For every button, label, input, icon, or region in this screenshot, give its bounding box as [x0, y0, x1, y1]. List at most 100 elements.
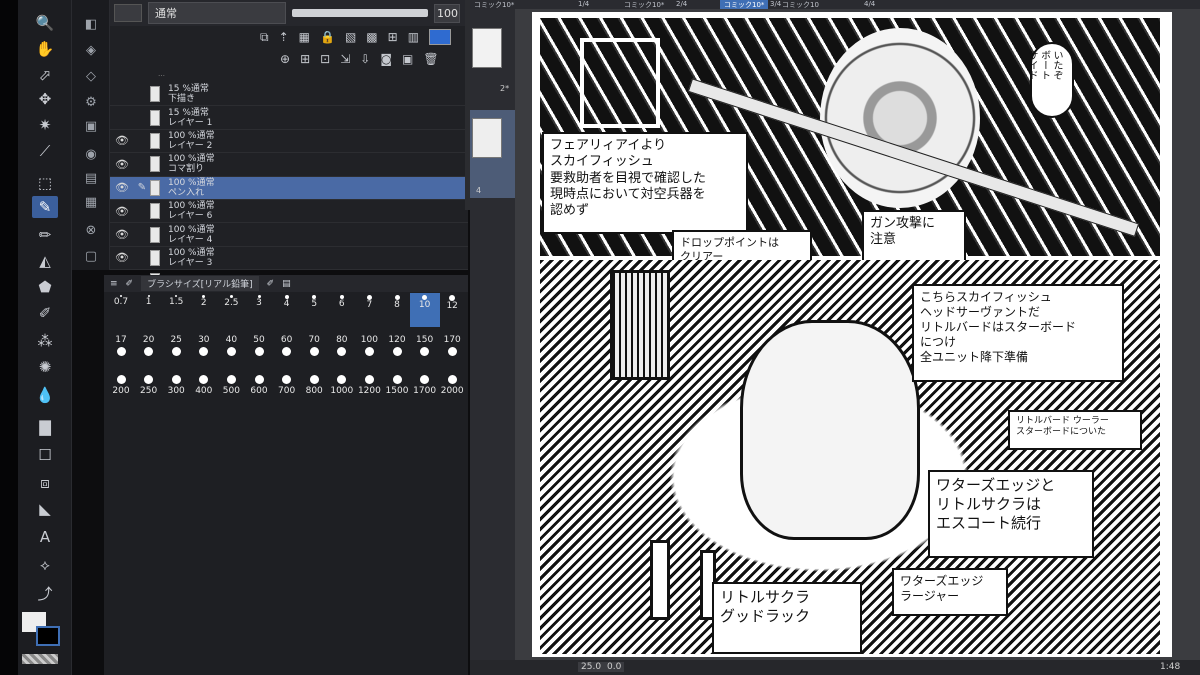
ruler-icon[interactable]: ⊞ — [388, 30, 398, 44]
page-thumb[interactable] — [472, 118, 502, 158]
layer-icon[interactable]: ⚙ — [80, 92, 102, 112]
layer-row[interactable]: 👁 100 %通常 レイヤー 4 — [110, 223, 468, 247]
eye-icon[interactable]: 👁 — [110, 228, 134, 241]
brush-size-option[interactable]: 1500 — [382, 373, 412, 396]
brush-size-option[interactable]: 80 — [327, 335, 357, 369]
layer-row[interactable]: 👁 100 %通常 レイヤー 6 — [110, 200, 468, 224]
mask-create-icon[interactable]: ◙ — [380, 52, 392, 66]
layer-icon[interactable]: ⊗ — [80, 220, 102, 240]
brush-tool-icon[interactable]: ✐ — [32, 302, 58, 324]
brush-size-option[interactable]: 170 — [437, 335, 467, 369]
brush-size-option[interactable]: 400 — [189, 373, 219, 396]
brush-size-option[interactable]: 50 — [244, 335, 274, 369]
text-tool-icon[interactable]: A — [32, 526, 58, 548]
brush-size-option[interactable]: 30 — [189, 335, 219, 369]
brush-size-option[interactable]: 4 — [272, 293, 302, 327]
brush-size-option[interactable]: 20 — [134, 335, 164, 369]
zoom-tool-icon[interactable]: 🔍 — [32, 12, 58, 34]
brush-size-option[interactable]: 120 — [382, 335, 412, 369]
brush-size-option[interactable]: 150 — [410, 335, 440, 369]
lock-alpha-icon[interactable]: ▧ — [345, 30, 356, 44]
layer-row[interactable]: 👁 100 %通常 コマ割り — [110, 153, 468, 177]
frame-icon[interactable]: ⧈ — [32, 472, 58, 494]
palette-color-icon[interactable]: ▥ — [408, 30, 419, 44]
brush-size-option[interactable]: 200 — [106, 373, 136, 396]
brush-size-option[interactable]: 1 — [134, 293, 164, 327]
eye-icon[interactable]: 👁 — [110, 205, 134, 218]
airbrush-icon[interactable]: ⁂ — [32, 330, 58, 352]
layer-row[interactable]: 👁 100 %通常 レイヤー 2 — [110, 130, 468, 154]
balloon-icon[interactable]: ⟡ — [32, 554, 58, 576]
brush-size-option[interactable]: 7 — [354, 293, 384, 327]
transparent-color-swatch[interactable] — [22, 654, 58, 664]
combine-icon[interactable]: ⇩ — [360, 52, 370, 66]
gradient-icon[interactable]: ▇ — [32, 416, 58, 438]
brush-size-option[interactable]: 8 — [382, 293, 412, 327]
decoration-icon[interactable]: ✺ — [32, 356, 58, 378]
layer-icon[interactable]: ◈ — [80, 40, 102, 60]
tab-icon[interactable]: ▤ — [282, 279, 291, 289]
pen-tool-icon[interactable]: ✎ — [32, 196, 58, 218]
blend-icon[interactable]: 💧 — [32, 384, 58, 406]
brush-size-option[interactable]: 10 — [409, 293, 440, 327]
layer-row[interactable]: 👁 100 %通常 レイヤー 3 — [110, 247, 468, 271]
brush-size-option[interactable]: 2000 — [437, 373, 467, 396]
brush-size-option[interactable]: 3 — [244, 293, 274, 327]
layer-icon[interactable]: ◧ — [80, 14, 102, 34]
tab-brush-size[interactable]: ブラシサイズ[リアル鉛筆] — [141, 276, 259, 291]
brush-size-option[interactable]: 17 — [106, 335, 136, 369]
opacity-value[interactable]: 100 — [434, 3, 460, 23]
transfer-icon[interactable]: ⇲ — [340, 52, 350, 66]
brush-size-option[interactable]: 40 — [216, 335, 246, 369]
selection-icon[interactable]: ⬚ — [32, 172, 58, 194]
hand-tool-icon[interactable]: ✋ — [32, 38, 58, 60]
brush-size-option[interactable]: 1700 — [410, 373, 440, 396]
operation-tool-icon[interactable]: ⬀ — [32, 64, 58, 86]
fill-icon[interactable]: ⬟ — [32, 276, 58, 298]
brush-size-option[interactable]: 2 — [189, 293, 219, 327]
delete-icon[interactable]: 🗑 — [423, 52, 438, 66]
eraser-icon[interactable]: ◭ — [32, 250, 58, 272]
correct-line-icon[interactable]: ⤴ — [32, 582, 58, 604]
layer-row[interactable]: 15 %通常 レイヤー 1 — [110, 106, 468, 130]
brush-size-option[interactable]: 25 — [161, 335, 191, 369]
layer-color-box[interactable] — [114, 4, 142, 22]
new-vector-icon[interactable]: ⊞ — [300, 52, 310, 66]
brush-size-option[interactable]: 2.5 — [216, 293, 246, 327]
layer-icon[interactable]: ▦ — [80, 192, 102, 212]
layer-icon[interactable]: ◇ — [80, 66, 102, 86]
pencil-tool-icon[interactable]: ✏ — [32, 224, 58, 246]
lock-icon[interactable]: 🔒 — [320, 30, 335, 44]
apply-mask-icon[interactable]: ▣ — [402, 52, 413, 66]
new-folder-icon[interactable]: ⊡ — [320, 52, 330, 66]
layer-row[interactable]: 👁 ✎ 100 %通常 ペン入れ — [110, 176, 468, 200]
tab-icon[interactable]: ✐ — [267, 279, 275, 289]
layer-color-icon[interactable] — [429, 29, 452, 45]
menu-icon[interactable]: ≡ — [110, 279, 118, 289]
brush-size-option[interactable]: 100 — [354, 335, 384, 369]
layer-icon[interactable]: ▢ — [80, 246, 102, 266]
brush-size-option[interactable]: 1.5 — [161, 293, 191, 327]
layer-icon[interactable]: ▣ — [80, 116, 102, 136]
brush-size-option[interactable]: 6 — [327, 293, 357, 327]
tab-doc[interactable]: コミック10* — [474, 0, 514, 10]
opacity-slider[interactable] — [292, 9, 428, 17]
ref-icon[interactable]: ⇡ — [279, 30, 289, 44]
mask-icon[interactable]: ▩ — [366, 30, 377, 44]
eyedropper-icon[interactable]: ⟋ — [32, 140, 58, 162]
brush-size-option[interactable]: 600 — [244, 373, 274, 396]
rotation-value[interactable]: 0.0 — [604, 662, 625, 672]
draft-icon[interactable]: ▦ — [299, 30, 310, 44]
page-thumb[interactable] — [472, 28, 502, 68]
clip-icon[interactable]: ⧉ — [260, 30, 269, 45]
manga-page[interactable]: いたぞ ボート サイド フェアリィアイより スカイフィッシュ 要救助者を目視で確… — [532, 12, 1172, 657]
eye-icon[interactable]: 👁 — [110, 134, 134, 147]
brush-size-option[interactable]: 250 — [134, 373, 164, 396]
layer-row[interactable]: 15 %通常 下描き — [110, 83, 468, 107]
sub-color-swatch[interactable] — [36, 626, 60, 646]
eye-icon[interactable]: 👁 — [110, 181, 134, 194]
brush-size-option[interactable]: 300 — [161, 373, 191, 396]
brush-size-option[interactable]: 500 — [216, 373, 246, 396]
brush-size-option[interactable]: 60 — [272, 335, 302, 369]
brush-size-option[interactable]: 700 — [272, 373, 302, 396]
